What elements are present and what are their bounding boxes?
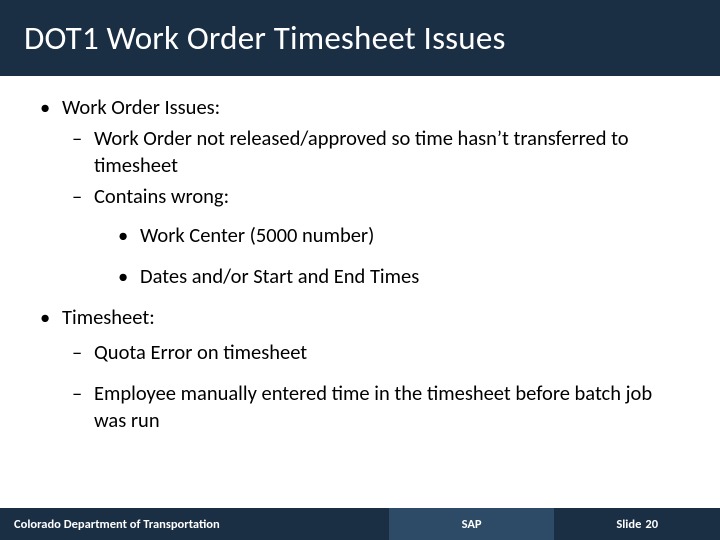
sub-sub-list: Work Center (5000 number) Dates and/or S… xyxy=(94,222,682,290)
list-item: Work Center (5000 number) xyxy=(116,222,682,249)
bullet-text: Contains wrong: xyxy=(94,183,229,209)
footer-slide-number: 20 xyxy=(645,517,658,532)
footer-org-text: Colorado Department of Transportation xyxy=(14,517,220,532)
footer-bar: Colorado Department of Transportation SA… xyxy=(0,508,720,540)
title-bar: DOT1 Work Order Timesheet Issues xyxy=(0,0,720,76)
bullet-list: Work Order Issues: Work Order not releas… xyxy=(38,94,682,434)
footer-system: SAP xyxy=(389,508,555,540)
sub-list: Work Order not released/approved so time… xyxy=(62,125,682,290)
bullet-text: Timesheet: xyxy=(62,304,155,330)
bullet-text: Dates and/or Start and End Times xyxy=(140,263,419,289)
footer-slide: Slide 20 xyxy=(554,508,720,540)
sub-list: Quota Error on timesheet Employee manual… xyxy=(62,339,682,434)
list-item: Contains wrong: Work Center (5000 number… xyxy=(68,183,682,290)
footer-org: Colorado Department of Transportation xyxy=(0,508,389,540)
bullet-text: Employee manually entered time in the ti… xyxy=(94,380,652,433)
list-item: Timesheet: Quota Error on timesheet Empl… xyxy=(38,304,682,434)
slide: DOT1 Work Order Timesheet Issues Work Or… xyxy=(0,0,720,540)
slide-title: DOT1 Work Order Timesheet Issues xyxy=(24,18,700,58)
bullet-text: Quota Error on timesheet xyxy=(94,339,307,365)
list-item: Dates and/or Start and End Times xyxy=(116,263,682,290)
list-item: Work Order Issues: Work Order not releas… xyxy=(38,94,682,290)
list-item: Employee manually entered time in the ti… xyxy=(68,380,682,434)
footer-system-text: SAP xyxy=(462,517,482,532)
bullet-text: Work Order not released/approved so time… xyxy=(94,125,629,178)
bullet-text: Work Center (5000 number) xyxy=(140,222,374,248)
list-item: Work Order not released/approved so time… xyxy=(68,125,682,179)
list-item: Quota Error on timesheet xyxy=(68,339,682,366)
footer-slide-label: Slide xyxy=(616,517,641,532)
bullet-text: Work Order Issues: xyxy=(62,94,220,120)
slide-content: Work Order Issues: Work Order not releas… xyxy=(0,76,720,508)
